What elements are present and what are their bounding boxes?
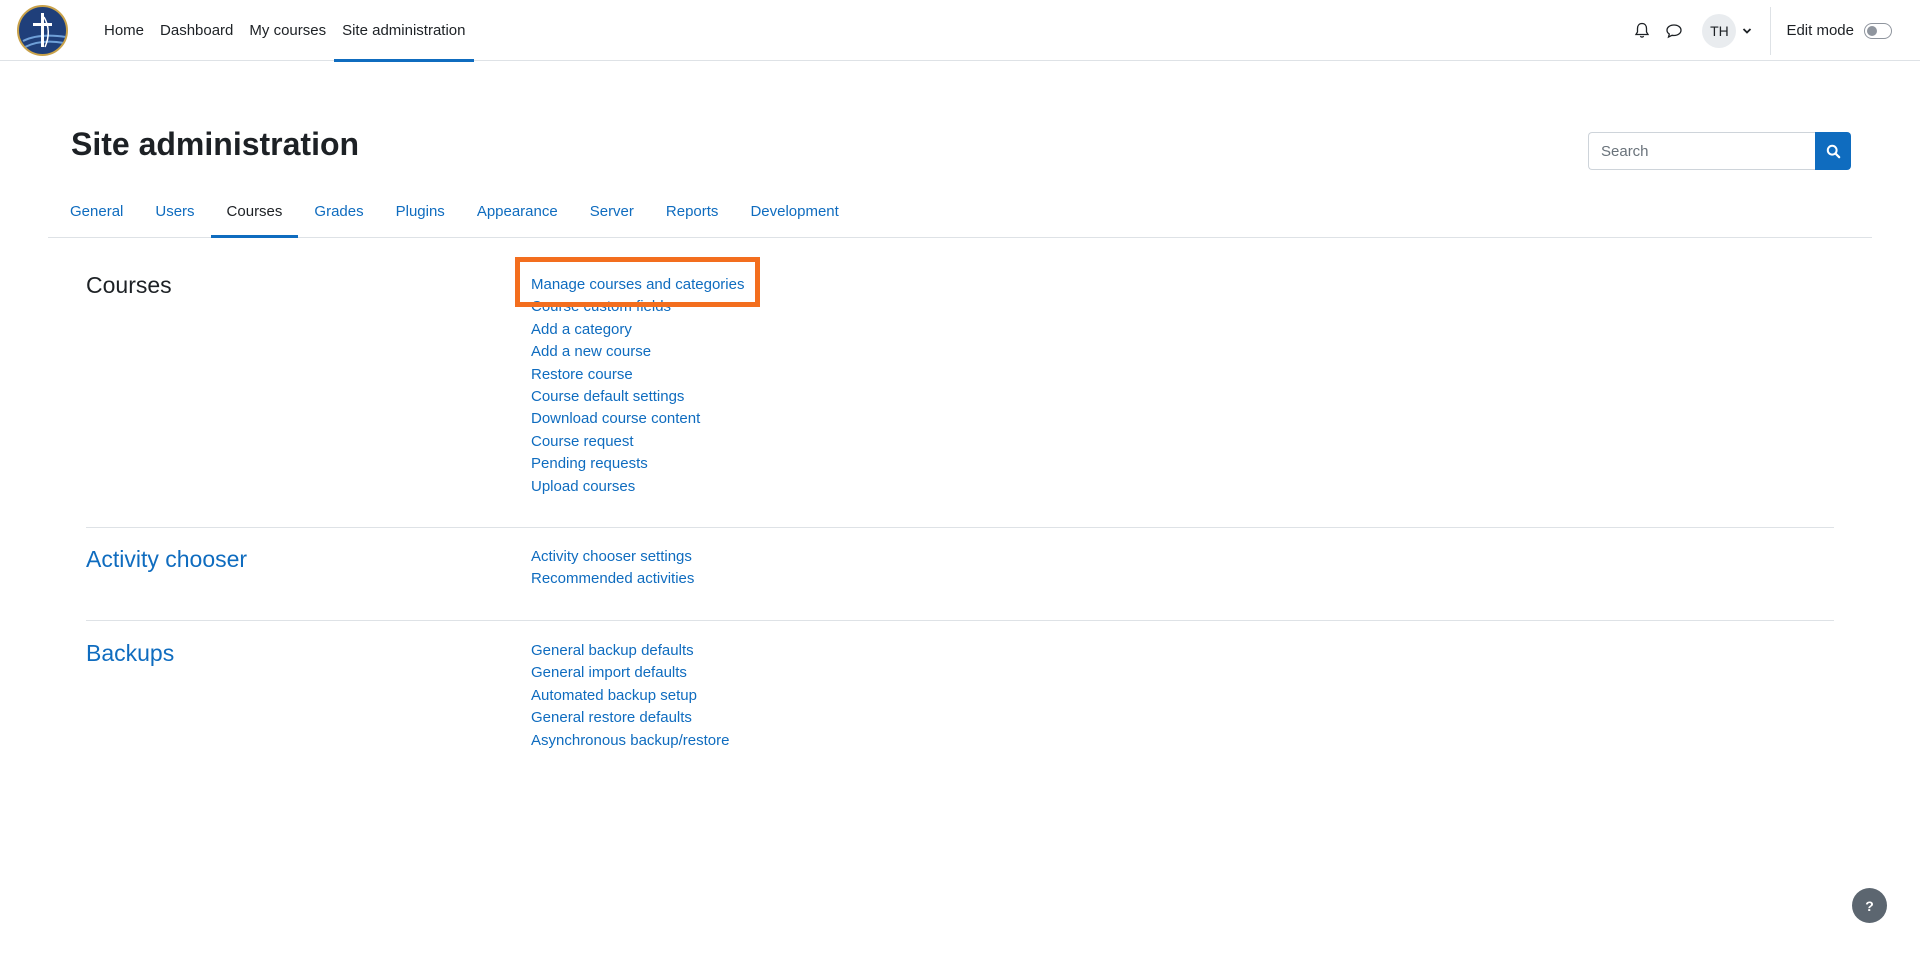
link-add-a-new-course[interactable]: Add a new course bbox=[531, 341, 744, 363]
primary-navigation: Home Dashboard My courses Site administr… bbox=[96, 0, 474, 62]
section-title-backups[interactable]: Backups bbox=[86, 640, 174, 667]
link-restore-course[interactable]: Restore course bbox=[531, 364, 744, 386]
search-input[interactable] bbox=[1588, 132, 1815, 170]
link-general-backup-defaults[interactable]: General backup defaults bbox=[531, 640, 729, 662]
nav-site-administration[interactable]: Site administration bbox=[334, 0, 474, 62]
top-navbar: Home Dashboard My courses Site administr… bbox=[0, 0, 1920, 62]
backups-link-list: General backup defaults General import d… bbox=[531, 640, 729, 752]
tab-users[interactable]: Users bbox=[139, 186, 210, 237]
tab-plugins[interactable]: Plugins bbox=[380, 186, 461, 237]
link-course-request[interactable]: Course request bbox=[531, 431, 744, 453]
link-course-default-settings[interactable]: Course default settings bbox=[531, 386, 744, 408]
search-button[interactable] bbox=[1815, 132, 1851, 170]
edit-mode-label: Edit mode bbox=[1786, 22, 1854, 39]
user-menu-area: TH Edit mode bbox=[1626, 0, 1920, 61]
link-manage-courses-and-categories[interactable]: Manage courses and categories bbox=[531, 274, 744, 296]
user-menu-toggle[interactable]: TH bbox=[1702, 13, 1770, 48]
page-title: Site administration bbox=[71, 126, 360, 162]
courses-link-list: Manage courses and categories Course cus… bbox=[531, 274, 744, 498]
link-recommended-activities[interactable]: Recommended activities bbox=[531, 568, 694, 590]
search-icon bbox=[1826, 144, 1840, 158]
link-add-a-category[interactable]: Add a category bbox=[531, 319, 744, 341]
link-asynchronous-backup-restore[interactable]: Asynchronous backup/restore bbox=[531, 730, 729, 752]
section-title-courses: Courses bbox=[86, 272, 172, 298]
admin-search bbox=[1588, 132, 1851, 170]
nav-dashboard[interactable]: Dashboard bbox=[152, 0, 241, 61]
link-general-restore-defaults[interactable]: General restore defaults bbox=[531, 707, 729, 729]
help-button[interactable]: ? bbox=[1852, 888, 1887, 923]
tab-development[interactable]: Development bbox=[734, 186, 854, 237]
avatar[interactable]: TH bbox=[1702, 13, 1737, 48]
link-general-import-defaults[interactable]: General import defaults bbox=[531, 662, 729, 684]
bell-icon[interactable] bbox=[1626, 15, 1658, 47]
admin-tabs: General Users Courses Grades Plugins App… bbox=[48, 186, 1872, 238]
tab-grades[interactable]: Grades bbox=[298, 186, 379, 237]
nav-home[interactable]: Home bbox=[96, 0, 152, 61]
edit-mode-control: Edit mode bbox=[1771, 22, 1920, 39]
section-divider bbox=[86, 527, 1834, 528]
link-activity-chooser-settings[interactable]: Activity chooser settings bbox=[531, 546, 694, 568]
tab-appearance[interactable]: Appearance bbox=[461, 186, 574, 237]
tab-server[interactable]: Server bbox=[574, 186, 650, 237]
tab-courses[interactable]: Courses bbox=[210, 186, 299, 238]
link-course-custom-fields[interactable]: Course custom fields bbox=[531, 296, 744, 318]
link-upload-courses[interactable]: Upload courses bbox=[531, 476, 744, 498]
nav-my-courses[interactable]: My courses bbox=[241, 0, 334, 61]
link-pending-requests[interactable]: Pending requests bbox=[531, 453, 744, 475]
link-automated-backup-setup[interactable]: Automated backup setup bbox=[531, 685, 729, 707]
section-divider bbox=[86, 620, 1834, 621]
link-download-course-content[interactable]: Download course content bbox=[531, 408, 744, 430]
activity-chooser-link-list: Activity chooser settings Recommended ac… bbox=[531, 546, 694, 591]
chat-bubble-icon[interactable] bbox=[1658, 15, 1690, 47]
tab-general[interactable]: General bbox=[54, 186, 139, 237]
chevron-down-icon bbox=[1743, 27, 1752, 34]
tab-reports[interactable]: Reports bbox=[650, 186, 735, 237]
site-logo[interactable] bbox=[17, 5, 68, 56]
edit-mode-toggle[interactable] bbox=[1864, 22, 1892, 39]
section-title-activity-chooser[interactable]: Activity chooser bbox=[86, 546, 247, 573]
